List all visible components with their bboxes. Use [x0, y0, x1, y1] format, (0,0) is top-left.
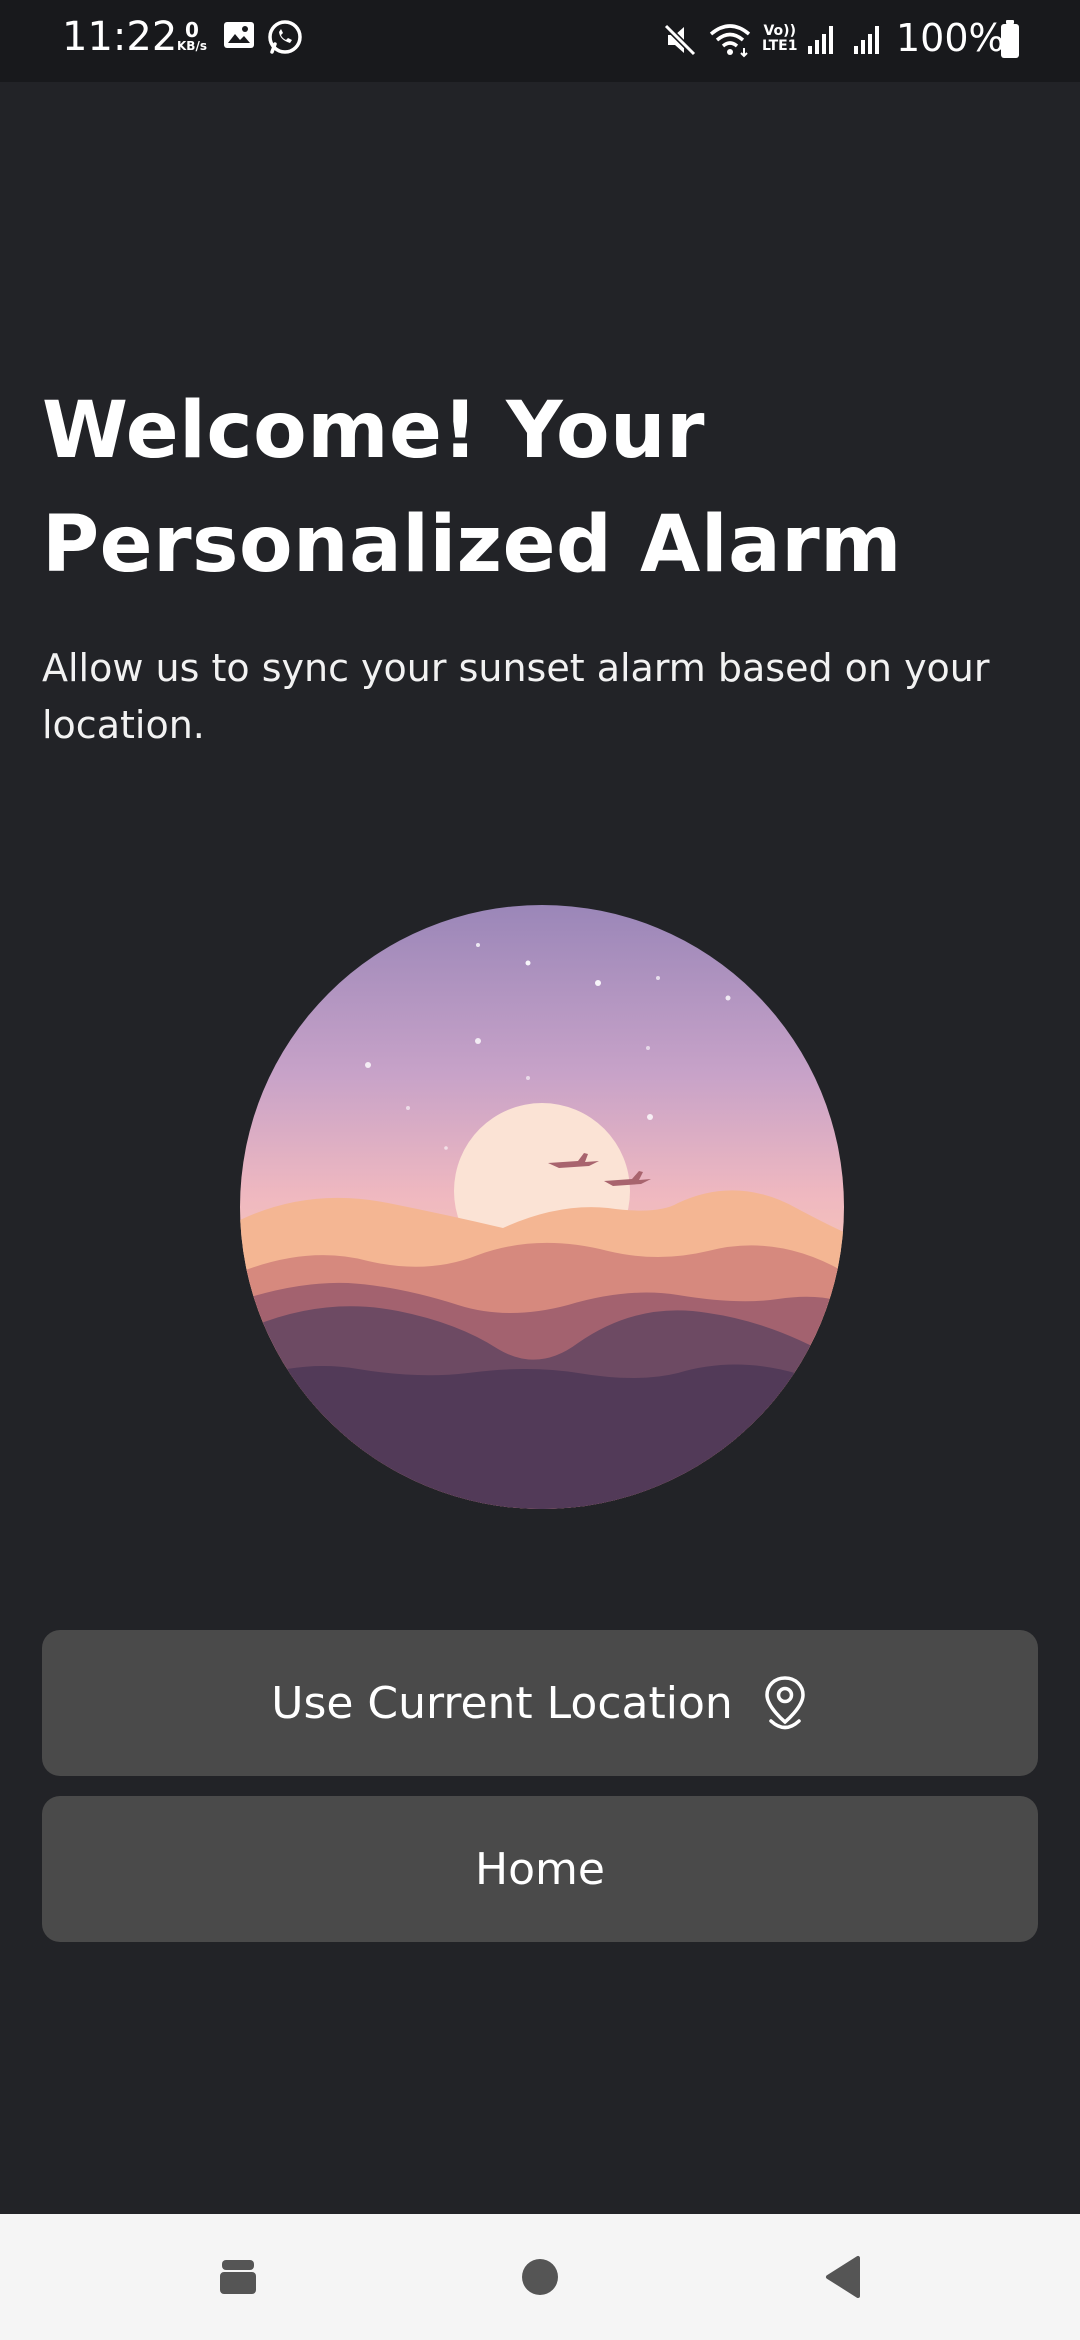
signal-icon: [852, 24, 884, 60]
home-button-label: Home: [475, 1843, 605, 1895]
use-current-location-button[interactable]: Use Current Location: [42, 1630, 1038, 1776]
network-speed-unit: KB/s: [177, 39, 207, 53]
home-button[interactable]: Home: [42, 1796, 1038, 1942]
whatsapp-icon: [266, 18, 304, 60]
page-subtitle: Allow us to sync your sunset alarm based…: [42, 646, 990, 747]
use-current-location-label: Use Current Location: [271, 1677, 733, 1729]
page-title-line1: Welcome! Your: [42, 386, 706, 476]
system-navigation-bar: [0, 2214, 1080, 2340]
volte-indicator: Vo)) LTE1: [762, 24, 797, 54]
network-speed-value: 0: [185, 18, 199, 42]
status-time: 11:22: [62, 14, 178, 60]
sunset-illustration: [238, 903, 846, 1511]
volte-top: Vo)): [763, 23, 796, 39]
status-bar: 11:22 0 KB/s Vo)) LTE1 100%: [0, 0, 1080, 82]
location-pin-icon: [761, 1674, 809, 1732]
back-triangle-icon[interactable]: [814, 2252, 874, 2302]
page-title-line2: Personalized Alarm: [42, 500, 902, 590]
mute-icon: [662, 22, 698, 62]
battery-icon: [1000, 20, 1020, 64]
recents-icon[interactable]: [208, 2252, 268, 2302]
network-speed: 0 KB/s: [172, 20, 212, 52]
gallery-icon: [222, 18, 256, 56]
volte-bottom: LTE1: [762, 38, 798, 54]
home-circle-icon[interactable]: [510, 2252, 570, 2302]
battery-percentage: 100%: [896, 16, 1005, 60]
page-title: Welcome! Your Personalized Alarm: [42, 374, 1042, 602]
wifi-icon: [708, 22, 752, 62]
signal-icon: [806, 24, 838, 60]
